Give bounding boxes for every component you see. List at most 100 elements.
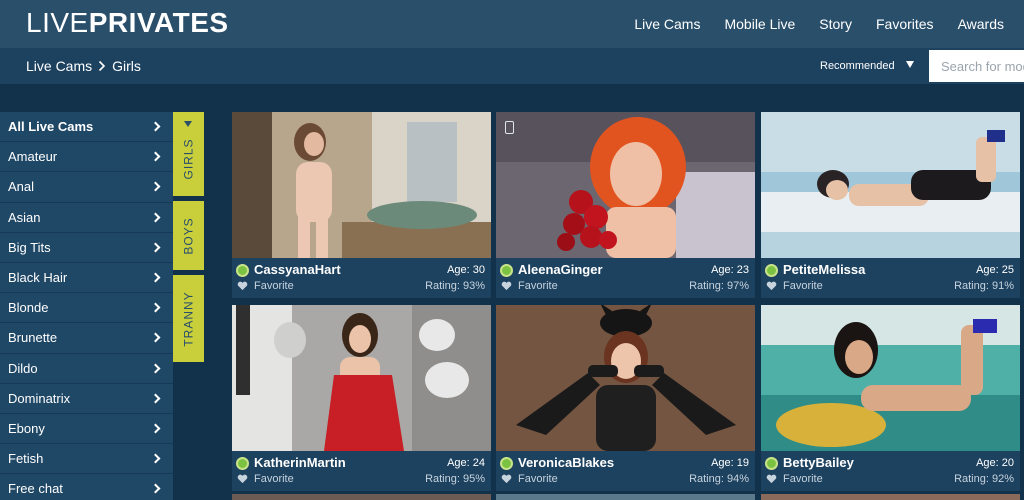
- chevron-right-icon: [150, 212, 161, 223]
- nav-story[interactable]: Story: [819, 16, 852, 32]
- model-age: Age: 23: [711, 264, 749, 276]
- sidebar-item-big-tits[interactable]: Big Tits: [0, 232, 173, 263]
- favorite-label[interactable]: Favorite: [783, 473, 823, 485]
- favorite-label[interactable]: Favorite: [783, 280, 823, 292]
- photo-placeholder: [496, 112, 755, 258]
- sidebar-item-free-chat[interactable]: Free chat: [0, 474, 173, 500]
- tab-tranny-label: TRANNY: [181, 290, 196, 347]
- model-thumbnail[interactable]: [496, 112, 755, 258]
- model-info-bar: CassyanaHart Age: 30 Favorite Rating: 93…: [232, 258, 491, 298]
- chevron-right-icon: [150, 151, 161, 162]
- online-status-icon: [236, 264, 249, 277]
- sidebar-item-label: All Live Cams: [8, 119, 94, 135]
- tab-girls-label: GIRLS: [181, 138, 196, 180]
- chevron-right-icon: [150, 483, 161, 494]
- breadcrumb-girls: Girls: [112, 58, 141, 74]
- model-info-bar: KatherinMartin Age: 24 Favorite Rating: …: [232, 451, 491, 491]
- sidebar-item-brunette[interactable]: Brunette: [0, 323, 173, 354]
- favorite-label[interactable]: Favorite: [254, 473, 294, 485]
- sidebar-item-label: Dominatrix: [8, 390, 71, 406]
- heart-icon[interactable]: [766, 474, 777, 484]
- photo-placeholder: [232, 112, 491, 258]
- model-age: Age: 19: [711, 457, 749, 469]
- sidebar-item-blonde[interactable]: Blonde: [0, 293, 173, 324]
- tab-tranny[interactable]: TRANNY: [173, 275, 204, 362]
- heart-icon[interactable]: [237, 281, 248, 291]
- photo-placeholder: [232, 305, 491, 451]
- favorite-label[interactable]: Favorite: [518, 473, 558, 485]
- model-info-bar: AleenaGinger Age: 23 Favorite Rating: 97…: [496, 258, 755, 298]
- logo-light-text: LIVE: [26, 7, 89, 38]
- model-name[interactable]: CassyanaHart: [254, 262, 341, 277]
- model-thumbnail[interactable]: [761, 305, 1020, 451]
- logo-bold-text: PRIVATES: [88, 7, 229, 38]
- heart-icon[interactable]: [237, 474, 248, 484]
- model-card-next-row[interactable]: [761, 494, 1020, 500]
- model-age: Age: 20: [976, 457, 1014, 469]
- heart-icon[interactable]: [766, 281, 777, 291]
- main-nav: Live Cams Mobile Live Story Favorites Aw…: [634, 0, 1004, 48]
- sidebar-item-amateur[interactable]: Amateur: [0, 142, 173, 173]
- photo-placeholder: [761, 112, 1020, 258]
- favorite-label[interactable]: Favorite: [518, 280, 558, 292]
- search-input[interactable]: [929, 50, 1024, 82]
- model-rating: Rating: 91%: [954, 280, 1014, 292]
- heart-icon[interactable]: [501, 474, 512, 484]
- model-thumbnail[interactable]: [761, 112, 1020, 258]
- sidebar-item-label: Black Hair: [8, 270, 68, 286]
- model-name[interactable]: KatherinMartin: [254, 455, 346, 470]
- sidebar-item-label: Amateur: [8, 149, 58, 165]
- chevron-right-icon: [150, 453, 161, 464]
- model-name[interactable]: VeronicaBlakes: [518, 455, 614, 470]
- sort-selected-label: Recommended: [820, 60, 895, 72]
- chevron-right-icon: [150, 332, 161, 343]
- model-name[interactable]: AleenaGinger: [518, 262, 603, 277]
- chevron-right-icon: [99, 60, 106, 72]
- model-card-next-row[interactable]: [232, 494, 491, 500]
- sidebar-item-label: Free chat: [8, 481, 63, 497]
- sidebar-item-label: Dildo: [8, 360, 38, 376]
- logo[interactable]: LIVEPRIVATES: [26, 8, 229, 38]
- tab-boys[interactable]: BOYS: [173, 201, 204, 270]
- breadcrumb-live-cams[interactable]: Live Cams: [26, 58, 92, 74]
- chevron-right-icon: [150, 302, 161, 313]
- model-thumbnail[interactable]: [232, 112, 491, 258]
- photo-placeholder: [496, 305, 755, 451]
- model-age: Age: 24: [447, 457, 485, 469]
- model-info-bar: PetiteMelissa Age: 25 Favorite Rating: 9…: [761, 258, 1020, 298]
- sidebar-item-asian[interactable]: Asian: [0, 202, 173, 233]
- favorite-label[interactable]: Favorite: [254, 280, 294, 292]
- model-name[interactable]: BettyBailey: [783, 455, 854, 470]
- online-status-icon: [765, 457, 778, 470]
- sidebar-item-dildo[interactable]: Dildo: [0, 353, 173, 384]
- sidebar-item-dominatrix[interactable]: Dominatrix: [0, 383, 173, 414]
- sidebar-item-fetish[interactable]: Fetish: [0, 444, 173, 475]
- heart-icon[interactable]: [501, 281, 512, 291]
- nav-live-cams[interactable]: Live Cams: [634, 16, 700, 32]
- chevron-right-icon: [150, 363, 161, 374]
- model-thumbnail[interactable]: [232, 305, 491, 451]
- sidebar-item-ebony[interactable]: Ebony: [0, 413, 173, 445]
- chevron-right-icon: [150, 242, 161, 253]
- model-rating: Rating: 92%: [954, 473, 1014, 485]
- sidebar-item-black-hair[interactable]: Black Hair: [0, 262, 173, 294]
- sidebar-item-label: Asian: [8, 209, 41, 225]
- category-sidebar: All Live Cams Amateur Anal Asian Big Tit…: [0, 112, 173, 500]
- sort-select[interactable]: Recommended: [820, 48, 914, 84]
- model-card-next-row[interactable]: [496, 494, 755, 500]
- model-age: Age: 25: [976, 264, 1014, 276]
- model-name[interactable]: PetiteMelissa: [783, 262, 865, 277]
- nav-mobile-live[interactable]: Mobile Live: [724, 16, 795, 32]
- sidebar-item-anal[interactable]: Anal: [0, 172, 173, 203]
- tab-girls[interactable]: GIRLS: [173, 112, 204, 196]
- sidebar-item-label: Anal: [8, 179, 35, 195]
- nav-awards[interactable]: Awards: [958, 16, 1004, 32]
- sidebar-item-all-live-cams[interactable]: All Live Cams: [0, 112, 173, 143]
- tab-boys-label: BOYS: [181, 216, 196, 255]
- caret-down-icon: [906, 61, 914, 68]
- online-status-icon: [236, 457, 249, 470]
- model-thumbnail[interactable]: [496, 305, 755, 451]
- photo-placeholder: [761, 305, 1020, 451]
- triangle-left-icon: [184, 121, 192, 127]
- nav-favorites[interactable]: Favorites: [876, 16, 934, 32]
